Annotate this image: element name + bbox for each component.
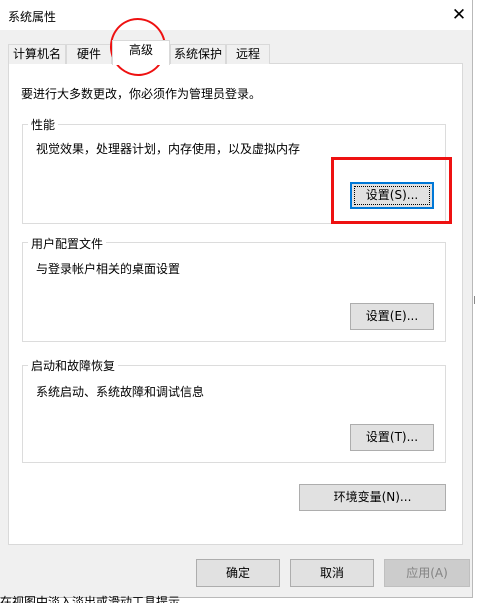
background-window-edge	[474, 296, 475, 304]
window-title: 系统属性	[8, 10, 57, 24]
user-profiles-settings-button[interactable]: 设置(E)...	[350, 303, 434, 330]
cancel-button[interactable]: 取消	[290, 559, 374, 587]
system-properties-window: 系统属性 ✕ 计算机名 硬件 高级 系统保护 远程 要进行大多数更改，你必须作为…	[0, 0, 473, 598]
user-profiles-description: 与登录帐户相关的桌面设置	[36, 262, 181, 276]
apply-button[interactable]: 应用(A)	[384, 559, 470, 587]
startup-recovery-title: 启动和故障恢复	[28, 357, 119, 374]
admin-notice: 要进行大多数更改，你必须作为管理员登录。	[21, 87, 262, 101]
tab-advanced[interactable]: 高级	[112, 40, 170, 65]
user-profiles-title: 用户配置文件	[28, 235, 107, 252]
close-icon[interactable]: ✕	[446, 4, 472, 26]
tab-remote[interactable]: 远程	[226, 44, 270, 64]
performance-description: 视觉效果，处理器计划，内存使用，以及虚拟内存	[36, 142, 301, 156]
tab-computer-name[interactable]: 计算机名	[8, 44, 66, 64]
tab-hardware[interactable]: 硬件	[66, 44, 112, 64]
tab-system-protection[interactable]: 系统保护	[170, 44, 226, 64]
performance-title: 性能	[28, 116, 59, 133]
annotation-box-performance-settings	[331, 157, 452, 224]
title-bar: 系统属性 ✕	[0, 0, 472, 30]
startup-recovery-description: 系统启动、系统故障和调试信息	[36, 385, 205, 399]
startup-settings-button[interactable]: 设置(T)...	[350, 424, 434, 451]
environment-variables-button[interactable]: 环境变量(N)...	[299, 484, 446, 511]
background-window-text: 在视图中淡入淡出或滑动工具提示	[0, 595, 181, 603]
ok-button[interactable]: 确定	[196, 559, 280, 587]
